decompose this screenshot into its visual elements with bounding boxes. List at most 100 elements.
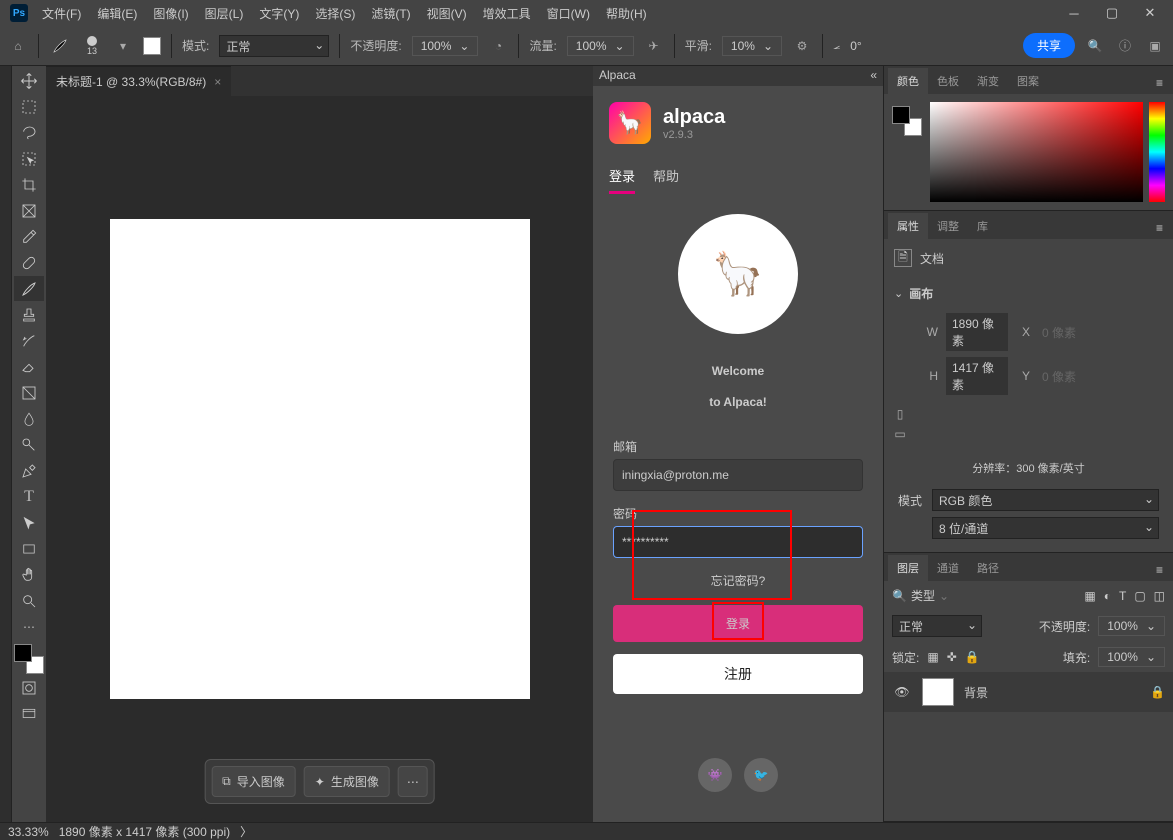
- tab-paths[interactable]: 路径: [968, 555, 1008, 581]
- smooth-input[interactable]: 10%⌄: [722, 36, 782, 56]
- color-swatches[interactable]: [14, 644, 44, 674]
- search-icon[interactable]: 🔍: [1085, 36, 1105, 56]
- color-picker-field[interactable]: [930, 102, 1143, 202]
- filter-adjust-icon[interactable]: ◐: [1104, 589, 1111, 603]
- workspace-icon[interactable]: ▣: [1145, 36, 1165, 56]
- pen-tool[interactable]: [14, 458, 44, 483]
- menu-image[interactable]: 图像(I): [145, 1, 196, 26]
- brush-preview[interactable]: 13: [81, 36, 103, 56]
- object-select-tool[interactable]: [14, 146, 44, 171]
- bitdepth-select[interactable]: 8 位/通道: [932, 517, 1159, 539]
- brush-tool-icon[interactable]: [49, 35, 71, 57]
- filter-pixel-icon[interactable]: ▦: [1084, 589, 1095, 603]
- panel-menu-icon[interactable]: ≡: [1150, 72, 1169, 94]
- password-field[interactable]: **********: [613, 526, 863, 558]
- brush-tool[interactable]: [14, 276, 44, 301]
- height-input[interactable]: 1417 像素: [946, 357, 1008, 395]
- canvas-section[interactable]: 画布: [884, 277, 1173, 310]
- quickmask-tool[interactable]: [14, 675, 44, 700]
- brush-settings-icon[interactable]: ▾: [113, 36, 133, 56]
- y-input[interactable]: 0 像素: [1038, 366, 1086, 387]
- filter-shape-icon[interactable]: ▢: [1134, 589, 1145, 603]
- gear-icon[interactable]: ⚙: [792, 36, 812, 56]
- zoom-tool[interactable]: [14, 588, 44, 613]
- tab-swatches[interactable]: 色板: [928, 68, 968, 94]
- menu-view[interactable]: 视图(V): [419, 1, 475, 26]
- orientation-landscape-icon[interactable]: ▭: [890, 424, 910, 444]
- status-zoom[interactable]: 33.33%: [8, 825, 49, 839]
- history-brush-tool[interactable]: [14, 328, 44, 353]
- import-image-button[interactable]: ⧉导入图像: [211, 766, 296, 797]
- tab-properties[interactable]: 属性: [888, 213, 928, 239]
- angle-value[interactable]: 0°: [850, 39, 861, 53]
- color-fgbg[interactable]: [892, 106, 922, 136]
- tab-libraries[interactable]: 库: [968, 213, 997, 239]
- orientation-portrait-icon[interactable]: ▯: [890, 404, 910, 424]
- layer-name[interactable]: 背景: [964, 684, 988, 701]
- panel-menu-icon[interactable]: ≡: [1150, 217, 1169, 239]
- menu-select[interactable]: 选择(S): [307, 1, 363, 26]
- discord-icon[interactable]: 👾: [698, 758, 732, 792]
- tab-adjustments[interactable]: 调整: [928, 213, 968, 239]
- edit-toolbar[interactable]: ⋯: [14, 614, 44, 639]
- airbrush-icon[interactable]: ✈: [644, 36, 664, 56]
- path-select-tool[interactable]: [14, 510, 44, 535]
- panel-collapse-icon[interactable]: «: [870, 68, 877, 84]
- collapsed-panel-bar[interactable]: [0, 66, 12, 822]
- visibility-icon[interactable]: 👁: [892, 685, 912, 699]
- brush-color-swatch[interactable]: [143, 37, 161, 55]
- eraser-tool[interactable]: [14, 354, 44, 379]
- menu-edit[interactable]: 编辑(E): [89, 1, 145, 26]
- layer-thumbnail[interactable]: [922, 678, 954, 706]
- status-chevron-icon[interactable]: 〉: [240, 823, 252, 840]
- pressure-opacity-icon[interactable]: ◔: [488, 36, 508, 56]
- menu-filter[interactable]: 滤镜(T): [363, 1, 418, 26]
- marquee-tool[interactable]: [14, 94, 44, 119]
- healing-tool[interactable]: [14, 250, 44, 275]
- canvas[interactable]: [110, 219, 530, 699]
- register-button[interactable]: 注册: [613, 654, 863, 694]
- panel-menu-icon[interactable]: ≡: [1150, 559, 1169, 581]
- lock-icon[interactable]: 🔒: [1150, 685, 1165, 699]
- gradient-tool[interactable]: [14, 380, 44, 405]
- alpaca-tab-login[interactable]: 登录: [609, 160, 635, 194]
- blend-mode-select[interactable]: 正常: [219, 35, 329, 57]
- email-field[interactable]: iningxia@proton.me: [613, 459, 863, 491]
- width-input[interactable]: 1890 像素: [946, 313, 1008, 351]
- eyedropper-tool[interactable]: [14, 224, 44, 249]
- more-button[interactable]: ⋯: [398, 766, 428, 797]
- tab-color[interactable]: 颜色: [888, 68, 928, 94]
- close-button[interactable]: ✕: [1131, 2, 1169, 24]
- hand-tool[interactable]: [14, 562, 44, 587]
- tab-channels[interactable]: 通道: [928, 555, 968, 581]
- login-button[interactable]: 登录: [613, 605, 863, 642]
- lasso-tool[interactable]: [14, 120, 44, 145]
- layer-blend-select[interactable]: 正常: [892, 615, 982, 637]
- layer-opacity-input[interactable]: 100%⌄: [1098, 616, 1165, 636]
- blur-tool[interactable]: [14, 406, 44, 431]
- stamp-tool[interactable]: [14, 302, 44, 327]
- menu-plugins[interactable]: 增效工具: [475, 1, 539, 26]
- menu-help[interactable]: 帮助(H): [598, 1, 655, 26]
- help-icon[interactable]: ⓘ: [1115, 36, 1135, 56]
- menu-type[interactable]: 文字(Y): [251, 1, 307, 26]
- forgot-password-link[interactable]: 忘记密码?: [711, 572, 766, 589]
- dodge-tool[interactable]: [14, 432, 44, 457]
- close-tab-icon[interactable]: ×: [214, 75, 221, 89]
- layer-filter[interactable]: 🔍 类型 ⌄: [892, 587, 949, 604]
- hue-slider[interactable]: [1149, 102, 1165, 202]
- screenmode-tool[interactable]: [14, 701, 44, 726]
- tab-layers[interactable]: 图层: [888, 555, 928, 581]
- twitter-icon[interactable]: 🐦: [744, 758, 778, 792]
- tab-gradients[interactable]: 渐变: [968, 68, 1008, 94]
- crop-tool[interactable]: [14, 172, 44, 197]
- menu-layer[interactable]: 图层(L): [197, 1, 252, 26]
- shape-tool[interactable]: [14, 536, 44, 561]
- share-button[interactable]: 共享: [1023, 33, 1075, 58]
- maximize-button[interactable]: ▢: [1093, 2, 1131, 24]
- filter-smart-icon[interactable]: ◫: [1154, 589, 1165, 603]
- layer-fill-input[interactable]: 100%⌄: [1098, 647, 1165, 667]
- colormode-select[interactable]: RGB 颜色: [932, 489, 1159, 511]
- move-tool[interactable]: [14, 68, 44, 93]
- minimize-button[interactable]: ─: [1055, 2, 1093, 24]
